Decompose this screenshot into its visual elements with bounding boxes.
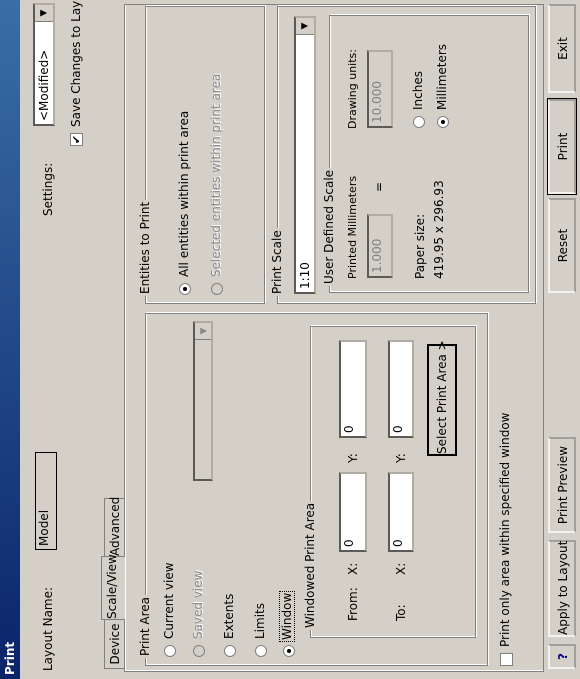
millimeters-label: Millimeters <box>435 43 449 110</box>
exit-button[interactable]: Exit <box>548 4 576 93</box>
chevron-down-icon[interactable]: ▼ <box>35 5 53 22</box>
print-scale-value: 1:10 <box>298 262 312 289</box>
from-label: From: <box>346 587 360 621</box>
limits-label: Limits <box>253 603 267 639</box>
windowed-print-area-title: Windowed Print Area <box>303 500 317 630</box>
radio-saved-view[interactable] <box>193 645 205 657</box>
entities-group <box>145 6 265 304</box>
print-scale-dropdown[interactable]: 1:10 ▼ <box>294 16 316 294</box>
paper-size-label: Paper size: <box>413 213 427 279</box>
apply-to-layout-button[interactable]: Apply to Layout <box>548 540 576 637</box>
drawing-units-input[interactable]: 10.000 <box>367 50 393 128</box>
drawing-units-label: Drawing units: <box>346 49 359 129</box>
user-defined-scale-title: User Defined Scale <box>322 167 336 286</box>
from-y-label: Y: <box>346 453 360 463</box>
printed-millimeters-input[interactable]: 1.000 <box>367 214 393 278</box>
print-only-area-checkbox[interactable] <box>500 653 513 666</box>
radio-millimeters[interactable] <box>437 116 449 128</box>
print-area-title: Print Area <box>138 594 152 658</box>
help-button[interactable]: ? <box>548 644 576 669</box>
extents-label: Extents <box>222 593 236 639</box>
dialog-title: Print <box>0 0 20 679</box>
radio-current-view[interactable] <box>164 645 176 657</box>
radio-inches[interactable] <box>413 116 425 128</box>
chevron-down-icon[interactable]: ▼ <box>195 323 211 340</box>
print-only-area-label: Print only area within specified window <box>498 412 512 648</box>
inches-label: Inches <box>411 71 425 110</box>
reset-button[interactable]: Reset <box>548 198 576 293</box>
to-label: To: <box>394 604 408 621</box>
tab-scale-view[interactable]: Scale/View <box>101 554 125 620</box>
radio-all-entities[interactable] <box>179 283 191 295</box>
print-scale-title: Print Scale <box>270 228 284 296</box>
to-y-input[interactable]: 0 <box>388 340 414 438</box>
selected-entities-label: Selected entities within print area <box>209 73 223 277</box>
settings-value: <Modified> <box>37 49 51 121</box>
radio-window[interactable] <box>283 645 295 657</box>
paper-size-value: 419.95 x 296.93 <box>432 180 446 279</box>
print-preview-button[interactable]: Print Preview <box>548 437 576 533</box>
tab-device[interactable]: Device <box>104 619 125 669</box>
save-changes-label: Save Changes to Layout <box>69 0 83 127</box>
saved-view-dropdown[interactable]: ▼ <box>193 321 213 481</box>
radio-limits[interactable] <box>255 645 267 657</box>
all-entities-label: All entities within print area <box>177 110 191 277</box>
chevron-down-icon[interactable]: ▼ <box>296 18 314 35</box>
equals-label: = <box>372 181 386 192</box>
radio-selected-entities[interactable] <box>211 283 223 295</box>
printed-millimeters-label: Printed Millimeters <box>346 175 359 279</box>
to-x-input[interactable]: 0 <box>388 472 414 552</box>
to-y-label: Y: <box>394 453 408 463</box>
from-x-label: X: <box>346 562 360 575</box>
print-dialog: Print Layout Name: Model Settings: <Modi… <box>0 0 580 679</box>
layout-name-label: Layout Name: <box>41 586 55 671</box>
current-view-label: Current view <box>162 562 176 639</box>
layout-name-field: Model <box>35 452 57 550</box>
save-changes-checkbox[interactable]: ✔ <box>70 133 83 146</box>
settings-dropdown[interactable]: <Modified> ▼ <box>33 3 55 126</box>
checkmark-icon: ✔ <box>70 134 83 145</box>
window-label: Window <box>279 588 295 645</box>
entities-title: Entities to Print <box>138 199 152 296</box>
tab-advanced[interactable]: Advanced <box>104 497 125 557</box>
print-button[interactable]: Print <box>547 95 577 198</box>
select-print-area-button[interactable]: Select Print Area > <box>427 340 457 456</box>
settings-label: Settings: <box>41 162 55 216</box>
to-x-label: X: <box>394 562 408 575</box>
from-x-input[interactable]: 0 <box>339 472 367 552</box>
user-defined-scale-group <box>329 15 529 293</box>
saved-view-label: Saved view <box>191 570 205 639</box>
from-y-input[interactable]: 0 <box>339 340 367 438</box>
radio-extents[interactable] <box>224 645 236 657</box>
